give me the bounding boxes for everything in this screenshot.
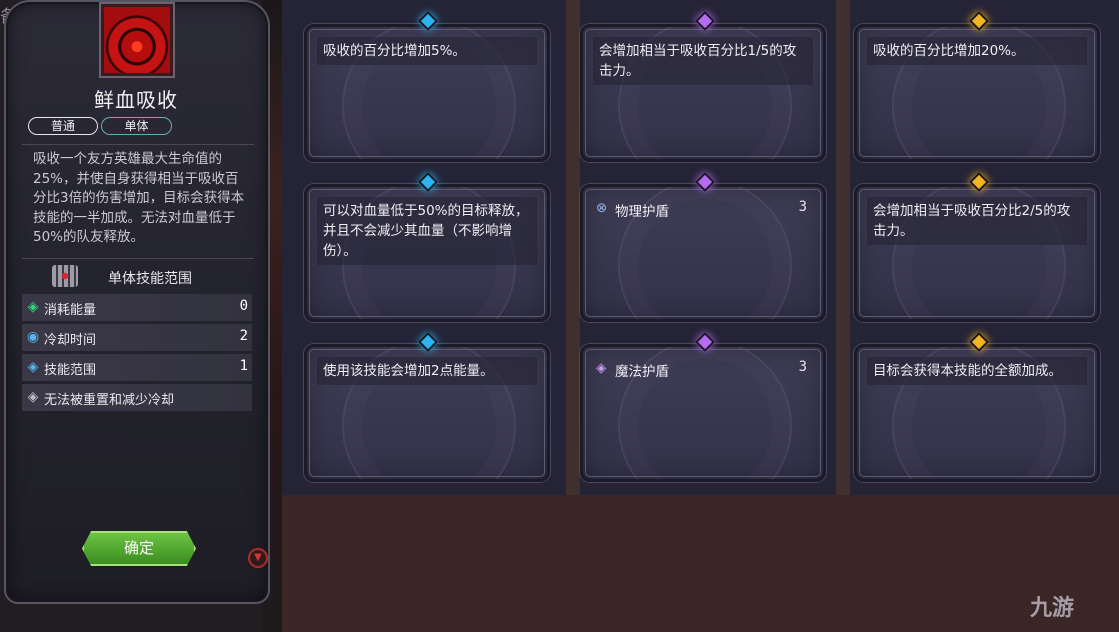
stat-row-cooldown: ◉ 冷却时间 2: [22, 324, 252, 351]
upgrade-card[interactable]: 吸收的百分比增加5%。: [304, 24, 550, 162]
stat-row-energy: ◈ 消耗能量 0: [22, 294, 252, 321]
card-item-value: 3: [798, 199, 807, 215]
card-text: 会增加相当于吸收百分比2/5的攻击力。: [867, 197, 1087, 245]
card-text: 可以对血量低于50%的目标释放，并且不会减少其血量（不影响增伤）。: [317, 197, 537, 265]
range-icon: ◈: [27, 359, 39, 375]
tag-normal: 普通: [28, 117, 98, 135]
card-text: 吸收的百分比增加5%。: [317, 37, 537, 65]
stat-row-range: ◈ 技能范围 1: [22, 354, 252, 381]
card-text: 使用该技能会增加2点能量。: [317, 357, 537, 385]
upgrade-card[interactable]: 会增加相当于吸收百分比1/5的攻击力。: [580, 24, 826, 162]
card-text: 吸收的百分比增加20%。: [867, 37, 1087, 65]
stat-value: 0: [239, 298, 248, 314]
upgrade-card[interactable]: 会增加相当于吸收百分比2/5的攻击力。: [854, 184, 1100, 322]
card-text: 目标会获得本技能的全额加成。: [867, 357, 1087, 385]
watermark-logo: 九游: [1030, 596, 1075, 621]
stat-value: 2: [239, 328, 248, 344]
stat-value: 1: [239, 358, 248, 374]
card-text: 会增加相当于吸收百分比1/5的攻击力。: [593, 37, 813, 85]
divider: [22, 144, 254, 145]
no-reset-note: 无法被重置和减少冷却: [44, 393, 175, 408]
hex-range-icon: [52, 265, 78, 287]
energy-diamond-icon: ◈: [27, 299, 39, 315]
stat-row-note: ◈ 无法被重置和减少冷却: [22, 384, 252, 411]
card-item-physical-shield: ⊗ 物理护盾 3: [593, 197, 813, 223]
skill-description: 吸收一个友方英雄最大生命值的25%，并使自身获得相当于吸收百分比3倍的伤害增加，…: [33, 151, 245, 245]
card-item-value: 3: [798, 359, 807, 375]
grid-gap: [836, 0, 850, 495]
card-item-magic-shield: ◈ 魔法护盾 3: [593, 357, 813, 383]
skill-title: 鲜血吸收: [94, 88, 178, 112]
card-item-label: 物理护盾: [615, 204, 669, 220]
eye-icon: ◈: [27, 389, 39, 405]
stat-label: 冷却时间: [44, 333, 97, 348]
confirm-button[interactable]: 确定: [82, 531, 196, 566]
upgrade-card[interactable]: ◈ 魔法护盾 3: [580, 344, 826, 482]
physical-shield-icon: ⊗: [596, 200, 608, 216]
blood-absorb-skill-icon: [99, 2, 175, 78]
upgrade-card[interactable]: 吸收的百分比增加20%。: [854, 24, 1100, 162]
side-badge-icon: ▼: [248, 548, 268, 568]
upgrade-card[interactable]: 目标会获得本技能的全额加成。: [854, 344, 1100, 482]
upgrade-card[interactable]: 使用该技能会增加2点能量。: [304, 344, 550, 482]
tag-single-target: 单体: [101, 117, 172, 135]
stat-label: 技能范围: [44, 363, 97, 378]
range-label: 单体技能范围: [108, 271, 192, 287]
divider: [22, 258, 254, 259]
upgrade-card[interactable]: 可以对血量低于50%的目标释放，并且不会减少其血量（不影响增伤）。: [304, 184, 550, 322]
card-item-label: 魔法护盾: [615, 364, 669, 380]
grid-gap: [566, 0, 580, 495]
upgrade-card[interactable]: ⊗ 物理护盾 3: [580, 184, 826, 322]
magic-shield-icon: ◈: [596, 360, 607, 376]
stat-label: 消耗能量: [44, 303, 97, 318]
cooldown-icon: ◉: [26, 329, 40, 345]
